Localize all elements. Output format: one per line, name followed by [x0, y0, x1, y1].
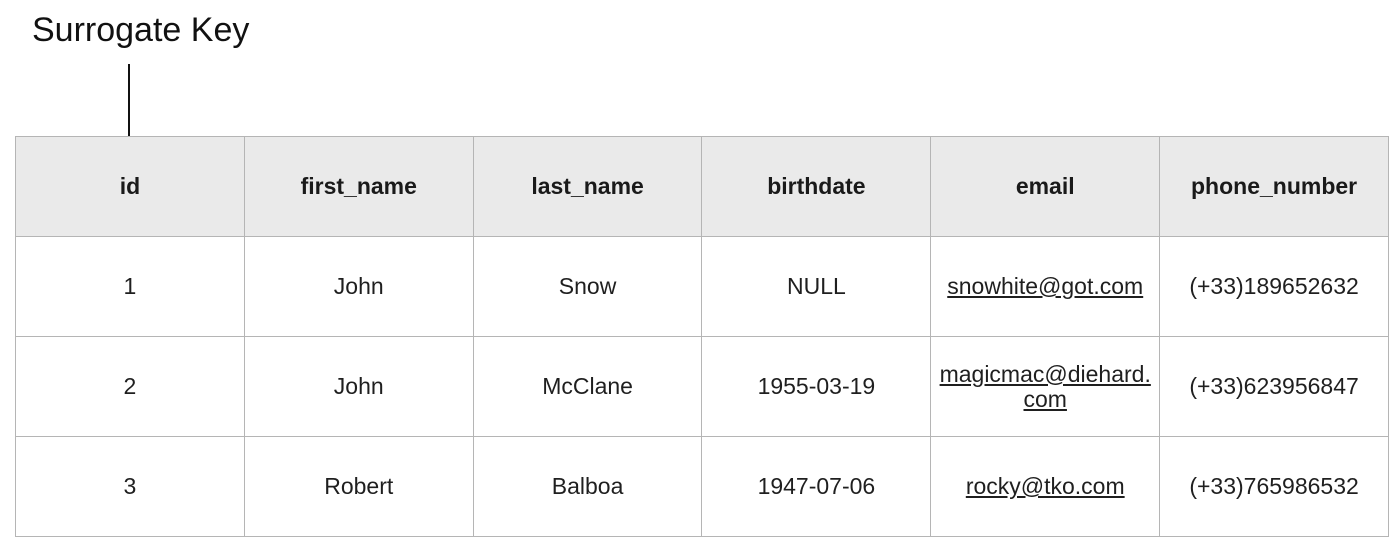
column-header-last-name: last_name [472, 136, 703, 237]
table-row: 3 Robert Balboa 1947-07-06 rocky@tko.com… [15, 436, 1389, 537]
cell-phone-number: (+33)623956847 [1159, 336, 1389, 437]
column-header-first-name: first_name [243, 136, 474, 237]
cell-first-name: John [243, 236, 474, 337]
cell-first-name: John [243, 336, 474, 437]
cell-birthdate: 1955-03-19 [701, 336, 932, 437]
column-header-email: email [930, 136, 1161, 237]
column-header-birthdate: birthdate [701, 136, 932, 237]
email-link[interactable]: snowhite@got.com [947, 273, 1143, 299]
column-header-id: id [15, 136, 245, 237]
table-header-row: id first_name last_name birthdate email … [15, 136, 1389, 237]
cell-birthdate: 1947-07-06 [701, 436, 932, 537]
cell-first-name: Robert [243, 436, 474, 537]
cell-last-name: Balboa [472, 436, 703, 537]
cell-email: snowhite@got.com [930, 236, 1161, 337]
cell-id: 1 [15, 236, 245, 337]
email-link[interactable]: magicmac@diehard.com [940, 361, 1151, 412]
cell-email: rocky@tko.com [930, 436, 1161, 537]
email-link[interactable]: rocky@tko.com [966, 473, 1125, 499]
cell-phone-number: (+33)765986532 [1159, 436, 1389, 537]
column-header-phone-number: phone_number [1159, 136, 1389, 237]
surrogate-key-label: Surrogate Key [32, 11, 250, 49]
table-row: 2 John McClane 1955-03-19 magicmac@dieha… [15, 336, 1389, 437]
cell-birthdate: NULL [701, 236, 932, 337]
cell-id: 3 [15, 436, 245, 537]
cell-id: 2 [15, 336, 245, 437]
cell-email: magicmac@diehard.com [930, 336, 1161, 437]
table-row: 1 John Snow NULL snowhite@got.com (+33)1… [15, 236, 1389, 337]
cell-last-name: Snow [472, 236, 703, 337]
cell-last-name: McClane [472, 336, 703, 437]
cell-phone-number: (+33)189652632 [1159, 236, 1389, 337]
data-table: id first_name last_name birthdate email … [15, 136, 1389, 537]
